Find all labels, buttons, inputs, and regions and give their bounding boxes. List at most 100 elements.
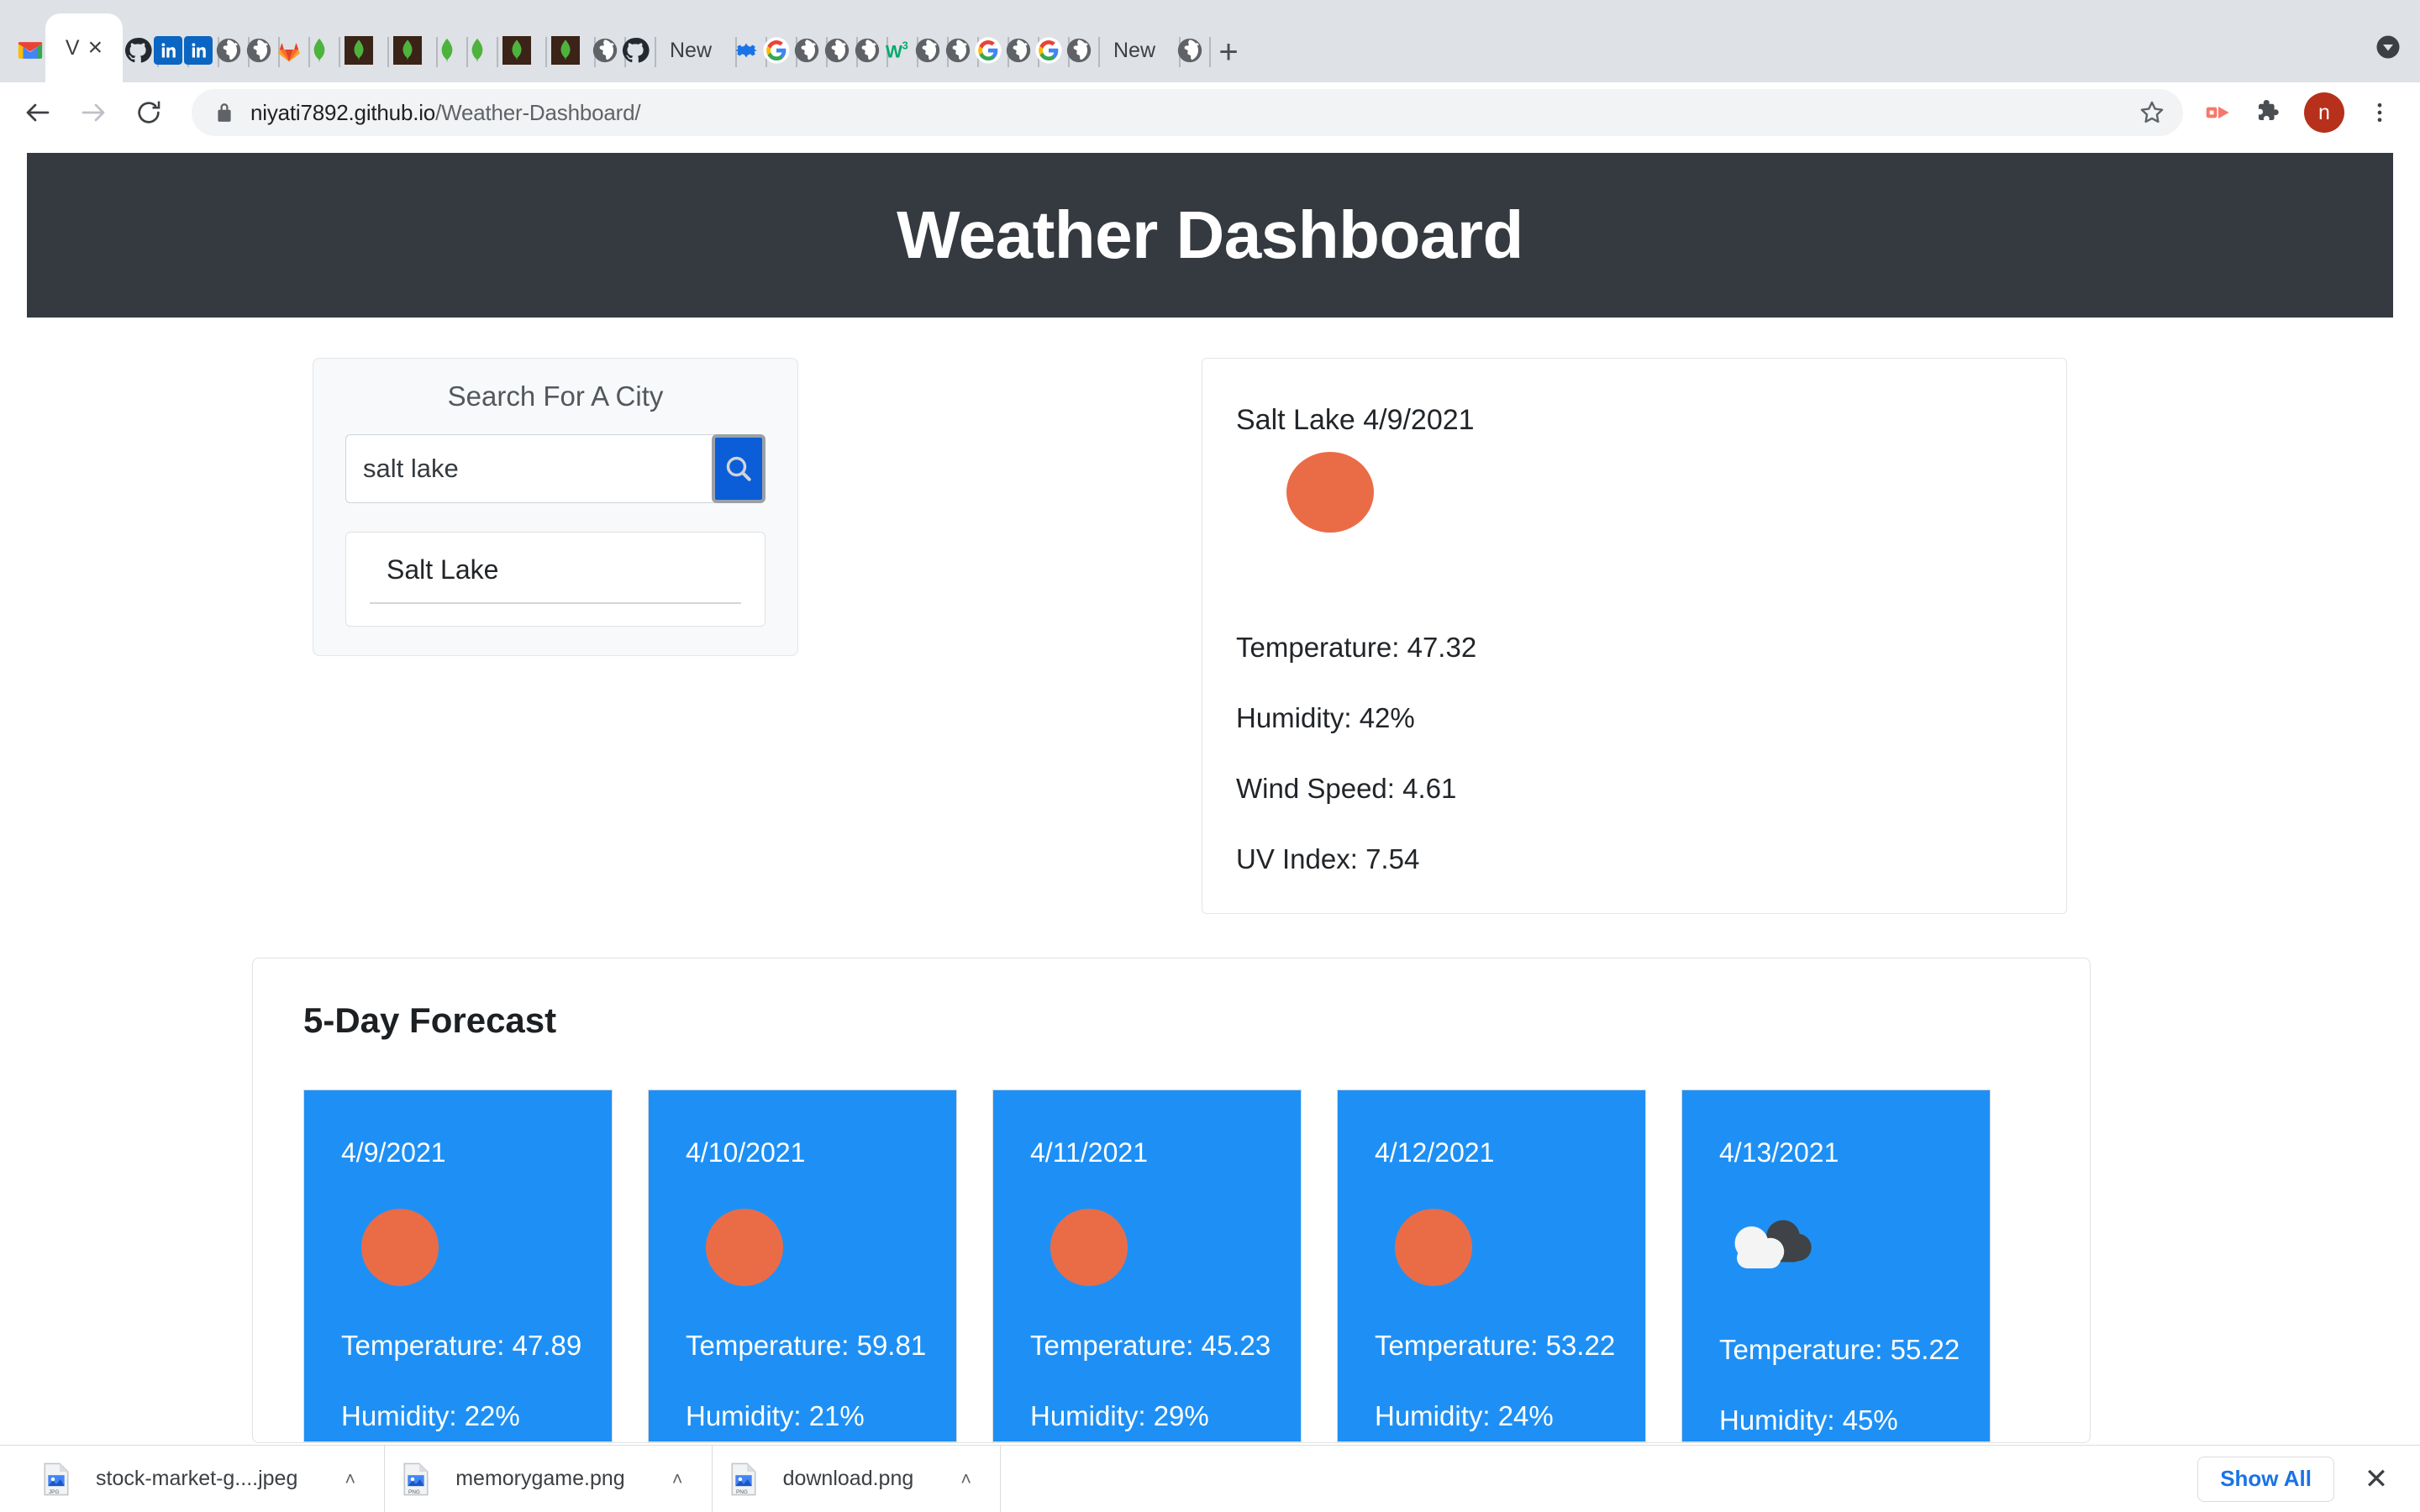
globe-icon [945,38,971,63]
mongodb-dark-icon [551,36,580,65]
tab-globe-10[interactable] [1064,18,1100,82]
current-weather-heading: Salt Lake 4/9/2021 [1236,404,1475,436]
tab-google-1[interactable] [761,18,797,82]
tab-gitlab[interactable] [274,18,310,82]
tab-w3schools[interactable]: W 3 [882,18,918,82]
address-bar-url: niyati7892.github.io/Weather-Dashboard/ [250,99,641,126]
active-tab-favicon-letter: V [65,35,80,60]
tab-globe-7[interactable] [913,18,949,82]
github-icon [124,38,152,63]
tab-globe-6[interactable] [852,18,888,82]
show-all-downloads-button[interactable]: Show All [2197,1456,2334,1502]
back-button[interactable] [12,87,64,139]
gmail-icon [18,42,43,59]
current-wind-speed: Wind Speed: 4.61 [1236,773,1457,804]
cloud-icon-svg [1734,1220,1812,1268]
forecast-temperature: Temperature: 55.22 [1719,1334,1960,1365]
tab-globe-1[interactable] [213,18,250,82]
url-host: niyati7892.github.io [250,99,436,125]
tab-linkedin-2[interactable] [183,18,219,82]
tab-search-button[interactable] [2363,22,2413,72]
download-menu-caret-icon[interactable]: ˄ [960,1468,971,1490]
reload-icon [138,101,160,123]
tab-mongodb-1[interactable] [304,18,340,82]
tab-globe-9[interactable] [1003,18,1039,82]
tab-globe-8[interactable] [943,18,979,82]
tab-mongodb-dark-2[interactable] [383,18,438,82]
extensions-button[interactable] [2245,89,2292,136]
tab-strip: V × New W 3 New + [0,0,2420,82]
linkedin-icon [154,36,182,65]
close-downloads-shelf-button[interactable]: ✕ [2353,1456,2400,1503]
forecast-humidity: Humidity: 21% [686,1400,865,1431]
forward-button[interactable] [67,87,119,139]
forecast-day-card: 4/9/2021 Temperature: 47.89 Humidity: 22… [303,1089,613,1442]
main-content-row: Search For A City Salt Lake [0,318,2420,914]
tab-active-weather-dashboard[interactable]: V × [45,13,123,82]
download-item[interactable]: JPG stock-market-g....jpeg ˄ [25,1445,386,1512]
tab-github-2[interactable] [620,18,656,82]
download-menu-caret-icon[interactable]: ˄ [345,1468,355,1490]
tab-close-icon[interactable]: × [88,35,103,60]
search-panel-title: Search For A City [447,381,664,412]
gear-blue-icon [735,43,757,58]
tab-mongodb-dark-3[interactable] [492,18,547,82]
tab-mongodb-3[interactable] [462,18,498,82]
sun-icon [1050,1209,1128,1286]
mongodb-icon [313,38,325,63]
profile-avatar[interactable]: n [2304,92,2344,133]
tab-gmail[interactable] [15,18,51,82]
forecast-date: 4/9/2021 [341,1137,446,1168]
tab-mongodb-dark-4[interactable] [541,18,596,82]
forecast-grid: 4/9/2021 Temperature: 47.89 Humidity: 22… [303,1089,2039,1442]
download-file-name: download.png [782,1467,914,1490]
download-item[interactable]: PNG download.png ˄ [713,1445,1002,1512]
current-humidity: Humidity: 42% [1236,702,1415,733]
tab-globe-3[interactable] [590,18,626,82]
search-history-item[interactable]: Salt Lake [370,551,741,604]
tab-settings-gear[interactable] [731,18,767,82]
svg-text:W: W [886,42,903,62]
forecast-day-card: 4/10/2021 Temperature: 59.81 Humidity: 2… [648,1089,957,1442]
forecast-humidity: Humidity: 45% [1719,1404,1898,1436]
tab-google-2[interactable] [973,18,1009,82]
tab-globe-2[interactable] [244,18,280,82]
download-menu-caret-icon[interactable]: ˄ [672,1468,683,1490]
page-title: Weather Dashboard [897,197,1523,272]
tab-linkedin-1[interactable] [153,18,189,82]
bookmark-button[interactable] [2138,98,2166,127]
back-arrow-icon [26,103,50,122]
tab-google-3[interactable] [1034,18,1070,82]
chevron-down-icon [2376,35,2400,59]
tab-globe-4[interactable] [792,18,828,82]
tab-globe-5[interactable] [822,18,858,82]
browser-menu-button[interactable] [2356,89,2403,136]
reload-button[interactable] [123,87,175,139]
tab-globe-11[interactable] [1175,18,1211,82]
url-path: /Weather-Dashboard/ [435,99,641,125]
globe-icon [246,38,271,63]
mongodb-icon [471,38,483,63]
bookmark-star-icon [2140,101,2164,123]
google-icon [975,37,1002,64]
search-input[interactable] [345,434,715,503]
media-cast-button[interactable] [2195,89,2242,136]
new-tab-button[interactable]: + [1205,29,1252,76]
tab-new-2[interactable]: New [1094,18,1181,82]
download-item[interactable]: PNG memorygame.png ˄ [385,1445,713,1512]
search-button[interactable] [712,434,765,503]
tab-github-1[interactable] [123,18,159,82]
forecast-panel: 5-Day Forecast 4/9/2021 Temperature: 47.… [252,958,2091,1443]
tab-mongodb-dark-1[interactable] [334,18,389,82]
tab-new-1[interactable]: New [650,18,737,82]
address-bar[interactable]: niyati7892.github.io/Weather-Dashboard/ [192,89,2183,136]
forecast-humidity: Humidity: 29% [1030,1400,1209,1431]
sun-icon [361,1209,439,1286]
globe-icon [824,38,850,63]
svg-text:PNG: PNG [408,1488,420,1494]
globe-icon [1006,38,1031,63]
svg-text:PNG: PNG [736,1488,748,1494]
tab-mongodb-2[interactable] [432,18,468,82]
tab-label: New [1113,38,1155,62]
png-file-icon: PNG [403,1462,429,1495]
